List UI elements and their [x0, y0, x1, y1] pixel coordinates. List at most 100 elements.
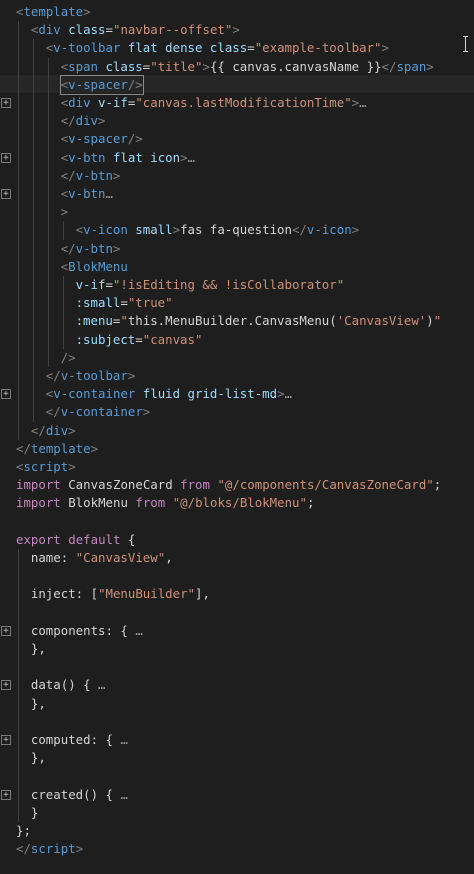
code-token: span [396, 58, 427, 74]
code-token: v-btn [68, 149, 106, 165]
code-line[interactable] [0, 604, 474, 622]
code-line[interactable]: /> [0, 349, 474, 367]
code-line[interactable]: v-if="!isEditing && !isCollaborator" [0, 276, 474, 294]
code-token: … [112, 732, 128, 747]
code-token: </ [45, 368, 61, 383]
code-token: 'CanvasView' [336, 313, 427, 329]
code-line[interactable]: :menu="this.MenuBuilder.CanvasMenu('Canv… [0, 312, 474, 330]
code-line[interactable]: + created() { … [0, 786, 474, 804]
fold-expand-icon[interactable]: + [1, 735, 11, 745]
code-token: import [16, 495, 61, 511]
code-line[interactable]: :subject="canvas" [0, 331, 474, 349]
code-line[interactable]: + components: { … [0, 622, 474, 640]
code-token: … [359, 95, 367, 110]
code-line[interactable]: <span class="title">{{ canvas.canvasName… [0, 58, 474, 76]
code-line[interactable]: <v-icon small>fas fa-question</v-icon> [0, 221, 474, 239]
code-line[interactable]: </v-btn> [0, 240, 474, 258]
code-token: > [68, 459, 76, 474]
fold-expand-icon[interactable]: + [1, 152, 11, 163]
code-line[interactable]: </script> [0, 840, 474, 858]
code-text: > [61, 203, 68, 221]
code-token: v-container [53, 386, 136, 402]
code-token: small [135, 222, 173, 238]
code-line[interactable]: </v-btn> [0, 167, 474, 185]
code-token: > [112, 240, 121, 256]
code-line[interactable]: }, [0, 640, 474, 658]
code-line[interactable]: + computed: { … [0, 731, 474, 749]
code-line[interactable]: <v-spacer/> [0, 130, 474, 148]
code-token: { [120, 531, 136, 547]
code-line[interactable] [0, 513, 474, 531]
fold-expand-icon[interactable]: + [1, 625, 11, 636]
code-token: > [172, 222, 181, 238]
code-token: " [433, 313, 442, 329]
code-token: span [68, 58, 98, 74]
code-token: </ [16, 440, 31, 456]
code-line[interactable]: } [0, 804, 474, 822]
code-editor[interactable]: <template> <div class="navbar--offset"> <v… [0, 0, 474, 874]
code-line[interactable]: }, [0, 695, 474, 713]
code-token: </ [60, 240, 76, 256]
code-line[interactable]: </div> [0, 112, 474, 130]
code-line[interactable]: </v-container> [0, 403, 474, 421]
code-text: }; [16, 822, 31, 840]
code-line[interactable] [0, 658, 474, 676]
code-line[interactable]: :small="true" [0, 294, 474, 312]
code-text: </script> [16, 840, 83, 858]
code-text: <v-spacer/> [61, 130, 143, 148]
code-text: </v-btn> [61, 240, 121, 258]
code-line[interactable]: <template> [0, 3, 474, 21]
fold-expand-icon[interactable]: + [1, 189, 11, 199]
code-text: <div class="navbar--offset"> [31, 21, 240, 39]
code-line[interactable]: import BlokMenu from "@/bloks/BlokMenu"; [0, 494, 474, 512]
fold-expand-icon[interactable]: + [1, 680, 11, 691]
code-token: import [16, 477, 61, 493]
code-token: v-toolbar [53, 40, 121, 56]
code-token: "true" [127, 295, 173, 311]
code-line[interactable]: <v-spacer/> [0, 74, 474, 95]
code-text: <v-spacer/> [59, 74, 144, 95]
code-token: v-btn [75, 167, 113, 183]
code-line[interactable] [0, 567, 474, 585]
code-token: :menu [75, 313, 113, 329]
code-line[interactable] [0, 767, 474, 785]
code-line[interactable]: import CanvasZoneCard from "@/components… [0, 476, 474, 494]
code-line[interactable]: </template> [0, 440, 474, 458]
code-token: v-btn [75, 240, 113, 256]
code-line[interactable] [0, 713, 474, 731]
code-line[interactable]: + <v-container fluid grid-list-md>… [0, 385, 474, 403]
code-line[interactable]: inject: ["MenuBuilder"], [0, 585, 474, 603]
code-line[interactable]: <v-toolbar flat dense class="example-too… [0, 39, 474, 57]
code-line[interactable]: > [0, 203, 474, 221]
code-line[interactable]: export default { [0, 531, 474, 549]
code-line[interactable]: name: "CanvasView", [0, 549, 474, 567]
code-token: v-spacer [68, 131, 128, 147]
code-line[interactable]: + <v-btn… [0, 185, 474, 203]
code-text: }, [31, 695, 46, 713]
code-token: "!isEditing && !isCollaborator" [112, 277, 345, 292]
code-line[interactable]: + data() { … [0, 676, 474, 694]
code-line[interactable]: }; [0, 822, 474, 840]
code-line[interactable]: <div class="navbar--offset"> [0, 21, 474, 39]
code-token: from [180, 477, 210, 493]
code-line[interactable]: }, [0, 749, 474, 767]
code-line[interactable]: </div> [0, 422, 474, 440]
fold-expand-icon[interactable]: + [1, 389, 11, 400]
code-token: flat icon [112, 149, 181, 165]
code-line[interactable]: </v-toolbar> [0, 367, 474, 385]
code-token: "title" [150, 58, 203, 74]
fold-expand-icon[interactable]: + [1, 789, 11, 800]
code-token: </ [291, 222, 307, 238]
fold-expand-icon[interactable]: + [1, 98, 11, 108]
code-line[interactable]: + <div v-if="canvas.lastModificationTime"… [0, 94, 474, 112]
code-line[interactable]: <script> [0, 458, 474, 476]
code-token: div [68, 95, 91, 110]
code-line[interactable]: + <v-btn flat icon>… [0, 149, 474, 167]
code-token: = [105, 22, 113, 38]
code-line[interactable]: <BlokMenu [0, 258, 474, 276]
code-token: = [120, 295, 128, 311]
code-text: name: "CanvasView", [31, 549, 173, 567]
code-text: import BlokMenu from "@/bloks/BlokMenu"; [16, 494, 314, 512]
code-token: computed: { [30, 732, 113, 747]
code-token: fluid grid-list-md [142, 386, 278, 402]
